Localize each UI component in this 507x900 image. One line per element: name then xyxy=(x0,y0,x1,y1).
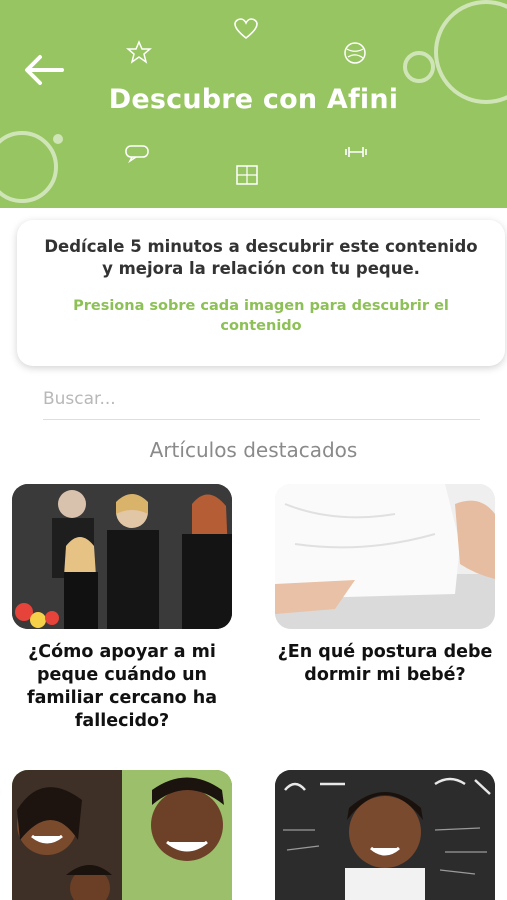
article-card[interactable]: ¿Cómo apoyar a mi peque cuándo un famili… xyxy=(12,484,232,733)
article-card[interactable] xyxy=(275,770,495,900)
info-hint-text: Presiona sobre cada imagen para descubri… xyxy=(73,298,449,334)
funeral-family-photo xyxy=(12,484,232,629)
info-main-text: Dedícale 5 minutos a descubrir este cont… xyxy=(44,237,478,278)
header: Descubre con Afini xyxy=(0,0,507,208)
puzzle-icon xyxy=(236,165,258,185)
star-icon xyxy=(126,40,152,64)
chat-bubble-icon xyxy=(125,145,149,163)
ball-icon xyxy=(344,42,366,64)
article-caption: ¿En qué postura debe dormir mi bebé? xyxy=(277,642,493,685)
article-card[interactable] xyxy=(12,770,232,900)
heart-icon xyxy=(234,18,258,40)
smiling-family-photo xyxy=(12,770,232,900)
search-input[interactable] xyxy=(43,378,480,420)
boy-chalkboard-photo xyxy=(275,770,495,900)
page-title: Descubre con Afini xyxy=(108,84,399,115)
dumbbell-icon xyxy=(345,147,367,157)
sleeping-baby-photo xyxy=(275,484,495,629)
section-title: Artículos destacados xyxy=(149,438,358,462)
article-caption: ¿Cómo apoyar a mi peque cuándo un famili… xyxy=(26,642,218,731)
article-card[interactable]: ¿En qué postura debe dormir mi bebé? xyxy=(275,484,495,687)
info-card: Dedícale 5 minutos a descubrir este cont… xyxy=(17,220,505,366)
